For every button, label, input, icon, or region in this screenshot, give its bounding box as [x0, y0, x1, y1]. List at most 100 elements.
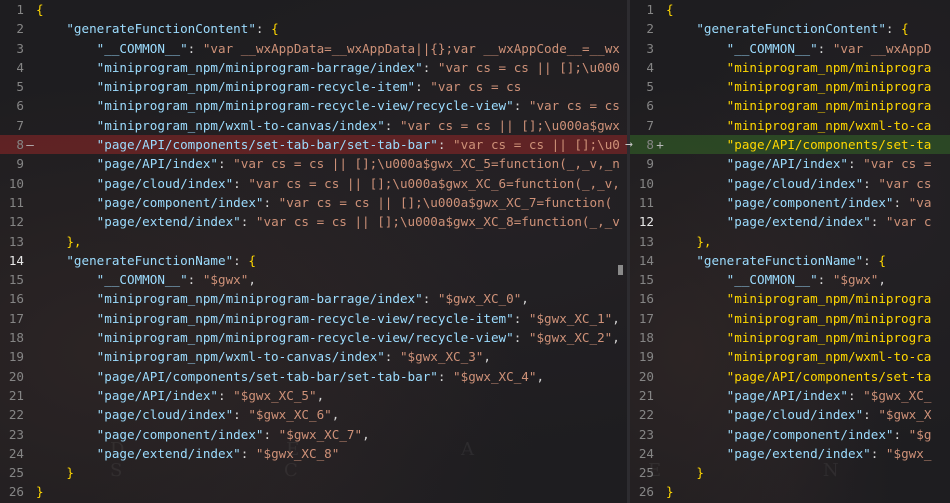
code-line[interactable]: 13 },: [630, 232, 950, 251]
code-text[interactable]: }: [36, 482, 627, 501]
code-text[interactable]: },: [36, 232, 627, 251]
code-line[interactable]: 19 "miniprogram_npm/wxml-to-canvas/index…: [0, 347, 627, 366]
code-line[interactable]: 6 "miniprogram_npm/miniprogram-recycle-v…: [0, 96, 627, 115]
code-text[interactable]: "miniprogram_npm/miniprogram-recycle-ite…: [36, 77, 627, 96]
code-line[interactable]: 23 "page/component/index": "$gwx_XC_7",: [0, 425, 627, 444]
code-line[interactable]: 5 "miniprogram_npm/miniprogra: [630, 77, 950, 96]
code-text[interactable]: "miniprogram_npm/miniprogram-barrage/ind…: [36, 58, 627, 77]
code-text[interactable]: "generateFunctionContent": {: [666, 19, 950, 38]
code-text[interactable]: "page/API/components/set-ta: [666, 367, 950, 386]
code-text[interactable]: "page/component/index": "var cs = cs || …: [36, 193, 627, 212]
code-line[interactable]: 9 "page/API/index": "var cs = cs || [];\…: [0, 154, 627, 173]
code-line[interactable]: 9 "page/API/index": "var cs =: [630, 154, 950, 173]
code-line[interactable]: 23 "page/component/index": "$g: [630, 425, 950, 444]
code-text[interactable]: "miniprogram_npm/wxml-to-canvas/index": …: [36, 116, 627, 135]
code-line[interactable]: 22 "page/cloud/index": "$gwx_X: [630, 405, 950, 424]
code-text[interactable]: "miniprogram_npm/wxml-to-ca: [666, 116, 950, 135]
code-text[interactable]: "miniprogram_npm/miniprogra: [666, 309, 950, 328]
code-text[interactable]: "page/cloud/index": "var cs = cs || [];\…: [36, 174, 627, 193]
code-text[interactable]: "miniprogram_npm/wxml-to-canvas/index": …: [36, 347, 627, 366]
code-text[interactable]: "page/cloud/index": "$gwx_X: [666, 405, 950, 424]
code-line[interactable]: 20 "page/API/components/set-ta: [630, 367, 950, 386]
code-text[interactable]: "miniprogram_npm/miniprogram-barrage/ind…: [36, 289, 627, 308]
code-line[interactable]: 8— "page/API/components/set-tab-bar/set-…: [0, 135, 627, 155]
modified-pane[interactable]: E N 1{2 "generateFunctionContent": {3 "_…: [630, 0, 950, 503]
code-line[interactable]: 17 "miniprogram_npm/miniprogra: [630, 309, 950, 328]
code-line[interactable]: 7 "miniprogram_npm/wxml-to-ca: [630, 116, 950, 135]
code-line[interactable]: 18 "miniprogram_npm/miniprogra: [630, 328, 950, 347]
code-text[interactable]: "miniprogram_npm/miniprogram-recycle-vie…: [36, 96, 627, 115]
code-line[interactable]: 10 "page/cloud/index": "var cs = cs || […: [0, 174, 627, 193]
code-text[interactable]: }: [666, 463, 950, 482]
code-line[interactable]: 8 + "page/API/components/set-ta: [630, 135, 950, 155]
original-pane[interactable]: D E A S C 1{2 "generateFunctionContent":…: [0, 0, 627, 503]
code-text[interactable]: {: [36, 0, 627, 19]
code-line[interactable]: 22 "page/cloud/index": "$gwx_XC_6",: [0, 405, 627, 424]
scrollbar-thumb-left[interactable]: [618, 265, 623, 275]
code-line[interactable]: 11 "page/component/index": "var cs = cs …: [0, 193, 627, 212]
code-line[interactable]: 19 "miniprogram_npm/wxml-to-ca: [630, 347, 950, 366]
code-text[interactable]: "generateFunctionContent": {: [36, 19, 627, 38]
code-line[interactable]: 2 "generateFunctionContent": {: [0, 19, 627, 38]
code-text[interactable]: "miniprogram_npm/miniprogra: [666, 289, 950, 308]
code-text[interactable]: "page/API/components/set-tab-bar/set-tab…: [36, 135, 627, 154]
code-line[interactable]: 2 "generateFunctionContent": {: [630, 19, 950, 38]
code-line[interactable]: 4 "miniprogram_npm/miniprogram-barrage/i…: [0, 58, 627, 77]
revert-change-arrow-icon[interactable]: →: [625, 137, 633, 152]
code-line[interactable]: 24 "page/extend/index": "$gwx_: [630, 444, 950, 463]
code-text[interactable]: "miniprogram_npm/miniprogra: [666, 96, 950, 115]
code-line[interactable]: 25 }: [630, 463, 950, 482]
code-text[interactable]: "miniprogram_npm/miniprogram-recycle-vie…: [36, 328, 627, 347]
code-text[interactable]: "__COMMON__": "$gwx",: [666, 270, 950, 289]
code-line[interactable]: 3 "__COMMON__": "var __wxAppD: [630, 39, 950, 58]
code-text[interactable]: "page/cloud/index": "var cs: [666, 174, 950, 193]
code-text[interactable]: "page/extend/index": "var cs = cs || [];…: [36, 212, 627, 231]
code-line[interactable]: 16 "miniprogram_npm/miniprogra: [630, 289, 950, 308]
code-text[interactable]: "miniprogram_npm/wxml-to-ca: [666, 347, 950, 366]
code-text[interactable]: "page/API/components/set-tab-bar/set-tab…: [36, 367, 627, 386]
code-line[interactable]: 24 "page/extend/index": "$gwx_XC_8": [0, 444, 627, 463]
code-line[interactable]: 4 "miniprogram_npm/miniprogra: [630, 58, 950, 77]
code-text[interactable]: "page/extend/index": "var c: [666, 212, 950, 231]
code-line[interactable]: 21 "page/API/index": "$gwx_XC_: [630, 386, 950, 405]
code-line[interactable]: 18 "miniprogram_npm/miniprogram-recycle-…: [0, 328, 627, 347]
code-text[interactable]: }: [36, 463, 627, 482]
code-text[interactable]: "page/API/components/set-ta: [666, 135, 950, 154]
code-line[interactable]: 6 "miniprogram_npm/miniprogra: [630, 96, 950, 115]
code-line[interactable]: 15 "__COMMON__": "$gwx",: [630, 270, 950, 289]
code-text[interactable]: "page/component/index": "$g: [666, 425, 950, 444]
code-text[interactable]: "miniprogram_npm/miniprogra: [666, 58, 950, 77]
code-text[interactable]: "page/cloud/index": "$gwx_XC_6",: [36, 405, 627, 424]
code-text[interactable]: "page/API/index": "var cs =: [666, 154, 950, 173]
code-text[interactable]: "page/API/index": "var cs = cs || [];\u0…: [36, 154, 627, 173]
code-line[interactable]: 5 "miniprogram_npm/miniprogram-recycle-i…: [0, 77, 627, 96]
code-text[interactable]: }: [666, 482, 950, 501]
code-text[interactable]: "generateFunctionName": {: [36, 251, 627, 270]
code-text[interactable]: "__COMMON__": "$gwx",: [36, 270, 627, 289]
code-text[interactable]: "page/extend/index": "$gwx_XC_8": [36, 444, 627, 463]
code-line[interactable]: 7 "miniprogram_npm/wxml-to-canvas/index"…: [0, 116, 627, 135]
code-line[interactable]: 25 }: [0, 463, 627, 482]
code-text[interactable]: "page/extend/index": "$gwx_: [666, 444, 950, 463]
code-line[interactable]: 13 },: [0, 232, 627, 251]
code-line[interactable]: 12 "page/extend/index": "var cs = cs || …: [0, 212, 627, 231]
code-text[interactable]: "miniprogram_npm/miniprogra: [666, 328, 950, 347]
code-text[interactable]: "__COMMON__": "var __wxAppData=__wxAppDa…: [36, 39, 627, 58]
code-text[interactable]: {: [666, 0, 950, 19]
code-text[interactable]: "page/API/index": "$gwx_XC_5",: [36, 386, 627, 405]
code-line[interactable]: 10 "page/cloud/index": "var cs: [630, 174, 950, 193]
code-text[interactable]: "__COMMON__": "var __wxAppD: [666, 39, 950, 58]
code-line[interactable]: 14 "generateFunctionName": {: [0, 251, 627, 270]
code-line[interactable]: 26}: [630, 482, 950, 501]
code-text[interactable]: },: [666, 232, 950, 251]
code-line[interactable]: 17 "miniprogram_npm/miniprogram-recycle-…: [0, 309, 627, 328]
code-text[interactable]: "page/component/index": "va: [666, 193, 950, 212]
code-line[interactable]: 12 "page/extend/index": "var c: [630, 212, 950, 231]
code-text[interactable]: "miniprogram_npm/miniprogram-recycle-vie…: [36, 309, 627, 328]
code-line[interactable]: 26}: [0, 482, 627, 501]
code-line[interactable]: 16 "miniprogram_npm/miniprogram-barrage/…: [0, 289, 627, 308]
code-text[interactable]: "generateFunctionName": {: [666, 251, 950, 270]
code-line[interactable]: 11 "page/component/index": "va: [630, 193, 950, 212]
code-text[interactable]: "miniprogram_npm/miniprogra: [666, 77, 950, 96]
code-line[interactable]: 20 "page/API/components/set-tab-bar/set-…: [0, 367, 627, 386]
